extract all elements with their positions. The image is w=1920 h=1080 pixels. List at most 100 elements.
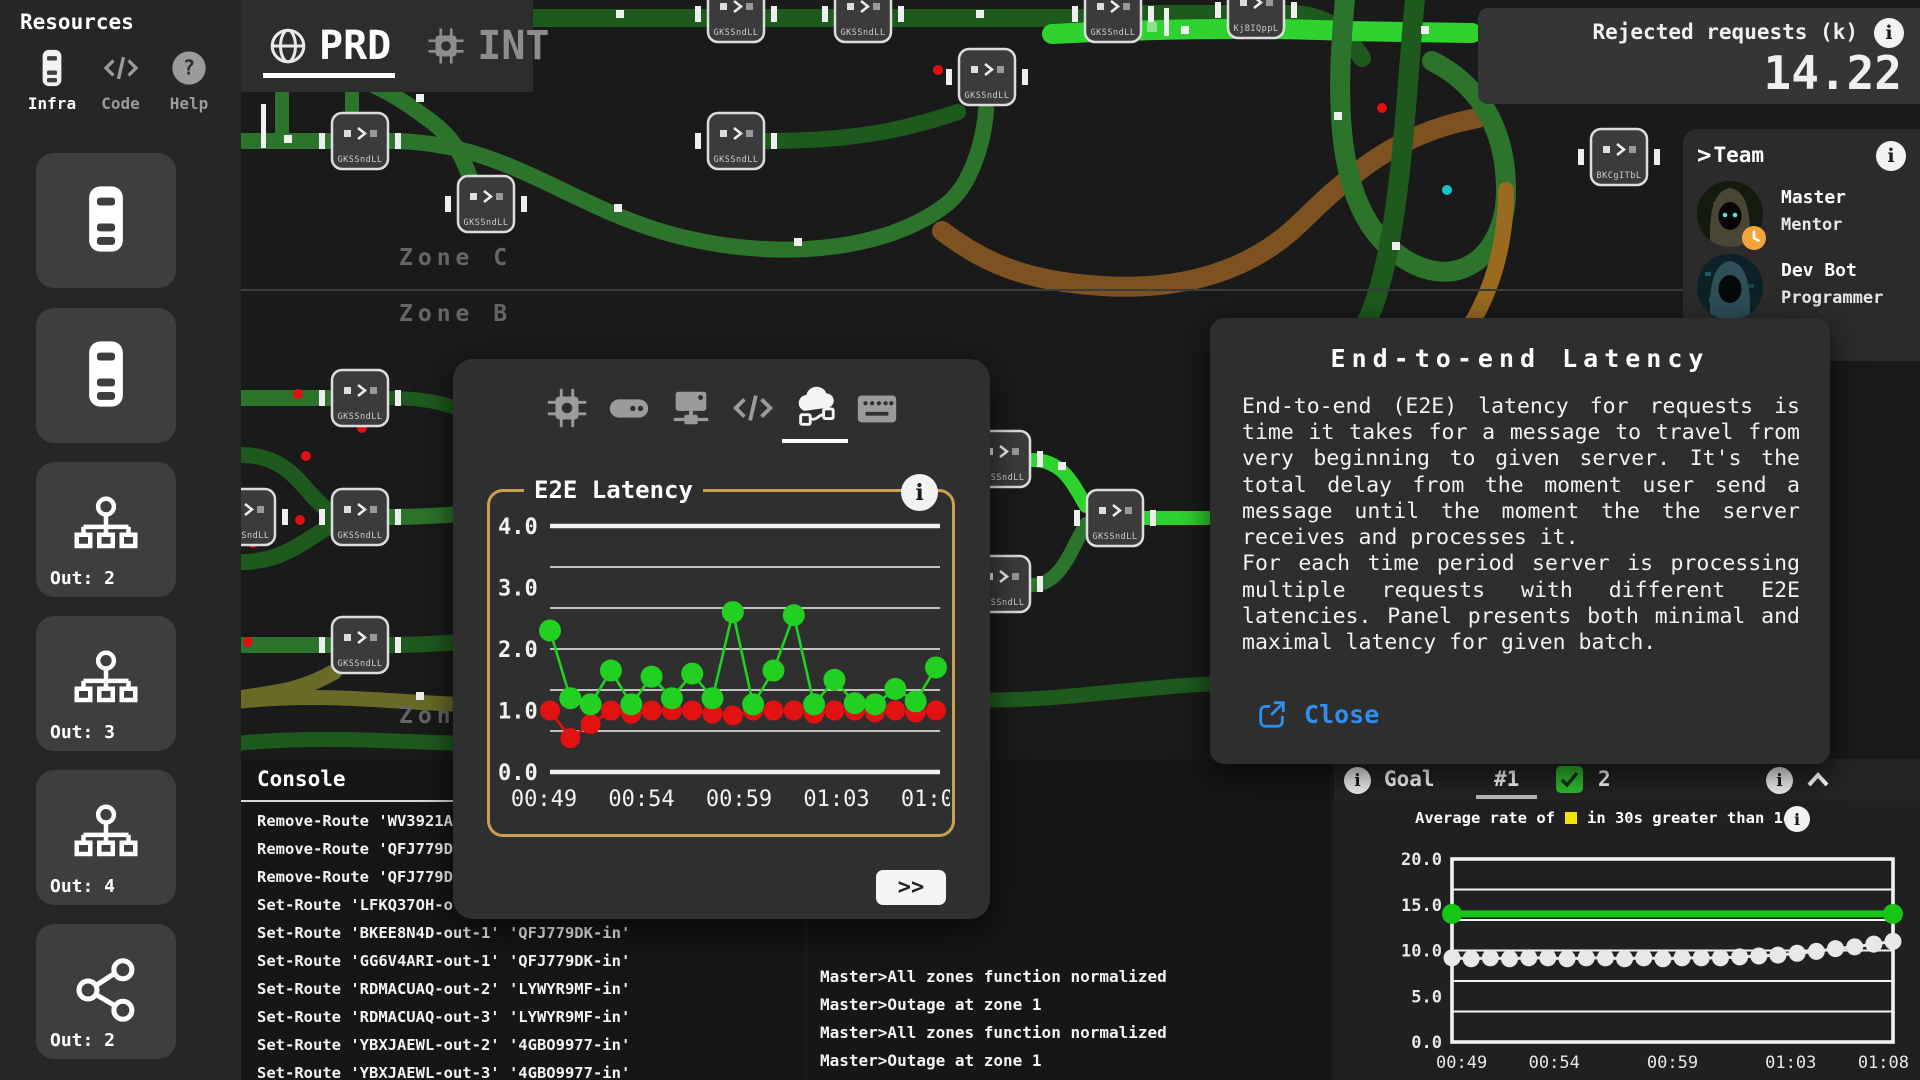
svg-text:KjBIQppL: KjBIQppL — [1234, 24, 1279, 34]
svg-text:GKSSndLL: GKSSndLL — [841, 28, 886, 38]
balancer-icon — [70, 646, 142, 718]
popup-tab-cpu-chip-icon[interactable] — [544, 385, 590, 443]
card-out-count: Out: 3 — [50, 722, 115, 743]
info-icon[interactable]: i — [1876, 141, 1906, 171]
zone-label: Zone B — [399, 301, 512, 327]
svg-text:GKSSndLL: GKSSndLL — [338, 531, 383, 541]
svg-text:3.0: 3.0 — [498, 577, 538, 602]
e2e-latency-chart: 4.03.02.01.00.000:4900:5400:5901:0301:08 — [492, 508, 950, 828]
map-node[interactable]: GKSSndLL — [319, 489, 401, 545]
zone-label: Zone C — [399, 245, 512, 271]
popup-tab-host-icon[interactable] — [668, 385, 714, 443]
close-label: Close — [1304, 700, 1379, 729]
svg-text:GKSSndLL: GKSSndLL — [464, 218, 509, 228]
svg-text:BKCgITbL: BKCgITbL — [1597, 171, 1642, 181]
resource-card-server[interactable] — [36, 308, 176, 443]
resource-card-balancer[interactable]: Out: 4 — [36, 770, 176, 905]
svg-text:GKSSndLL: GKSSndLL — [714, 28, 759, 38]
balancer-icon — [70, 492, 142, 564]
map-node[interactable]: GKSSndLL — [946, 49, 1028, 105]
console-line: Set-Route 'GG6V4ARI-out-1' 'QFJ779DK-in' — [257, 947, 800, 975]
svg-text:GKSSndLL: GKSSndLL — [338, 412, 383, 422]
info-icon[interactable]: i — [1784, 806, 1810, 832]
console-line: Set-Route 'RDMACUAQ-out-3' 'LYWYR9MF-in' — [257, 1003, 800, 1031]
resource-card-balancer[interactable]: Out: 3 — [36, 616, 176, 751]
svg-text:01:08: 01:08 — [901, 787, 950, 812]
svg-text:GKSSndLL: GKSSndLL — [338, 659, 383, 669]
server-icon — [32, 48, 72, 88]
svg-text:GKSSndLL: GKSSndLL — [338, 155, 383, 165]
svg-text:10.0: 10.0 — [1401, 942, 1442, 962]
svg-text:01:03: 01:03 — [1765, 1053, 1816, 1073]
card-out-count: Out: 2 — [50, 568, 115, 589]
team-member[interactable]: Dev BotProgrammer — [1697, 254, 1907, 324]
resource-card-server[interactable] — [36, 153, 176, 288]
info-icon[interactable]: i — [1874, 18, 1904, 48]
console-line: Set-Route 'YBXJAEWL-out-3' '4GBO9977-in' — [257, 1059, 800, 1080]
env-tab-int[interactable]: INT — [425, 0, 549, 92]
popup-tab-cloud-route-icon[interactable] — [792, 385, 838, 443]
env-tab-prd[interactable]: PRD — [267, 0, 391, 92]
environment-tabs: PRDINT — [241, 0, 533, 92]
svg-text:?: ? — [183, 56, 195, 80]
map-node[interactable]: BKCgITbL — [1578, 129, 1660, 185]
svg-text:4.0: 4.0 — [498, 515, 538, 540]
map-node[interactable]: GKSSndLL — [695, 0, 777, 42]
goal-tab-1[interactable]: #1 — [1494, 767, 1519, 791]
resource-card-share[interactable]: Out: 2 — [36, 924, 176, 1059]
map-node[interactable]: GKSSndLL — [695, 113, 777, 169]
svg-text:20.0: 20.0 — [1401, 850, 1442, 870]
svg-text:0.0: 0.0 — [1411, 1033, 1442, 1053]
map-node[interactable]: GKSSndLL — [319, 113, 401, 169]
popup-tab-memory-icon[interactable] — [606, 385, 652, 443]
sidebar-tab-infra[interactable]: Infra — [24, 48, 80, 113]
sidebar-tab-code[interactable]: Code — [93, 48, 149, 113]
popup-tab-keyboard-icon[interactable] — [854, 385, 900, 443]
chevron-right-icon: > — [1697, 141, 1711, 169]
goal-completed-count: 2 — [1598, 767, 1611, 791]
resource-card-balancer[interactable]: Out: 2 — [36, 462, 176, 597]
map-node[interactable]: GKSSndLL — [822, 0, 904, 42]
map-node[interactable]: GKSSndLL — [319, 617, 401, 673]
svg-text:GKSSndLL: GKSSndLL — [965, 91, 1010, 101]
svg-text:00:54: 00:54 — [1529, 1053, 1580, 1073]
e2e-chart-card: E2E Latency i 4.03.02.01.00.000:4900:540… — [487, 489, 955, 837]
svg-text:15.0: 15.0 — [1401, 896, 1442, 916]
svg-text:00:59: 00:59 — [706, 787, 772, 812]
goal-completed-checkbox[interactable] — [1556, 766, 1583, 793]
popup-tab-code-icon[interactable] — [730, 385, 776, 443]
map-node[interactable]: GKSSndLL — [445, 176, 527, 232]
info-icon[interactable]: i — [901, 474, 938, 511]
e2e-latency-popup: E2E Latency i 4.03.02.01.00.000:4900:540… — [453, 359, 990, 919]
info-paragraph: For each time period server is processin… — [1242, 551, 1800, 656]
svg-text:0.0: 0.0 — [498, 761, 538, 786]
master-message: Master>Outage at zone 1 — [820, 991, 1167, 1019]
next-button[interactable]: >> — [876, 870, 946, 905]
card-out-count: Out: 2 — [50, 1030, 115, 1051]
svg-text:GKSSndLL: GKSSndLL — [1091, 28, 1136, 38]
server-icon — [70, 338, 142, 410]
game-stage: GKSSndLL GKSSndLL GKSSndLL KjBIQppL GKSSndLL… — [0, 0, 1920, 1080]
help-icon: ? — [169, 48, 209, 88]
svg-text:5.0: 5.0 — [1411, 987, 1442, 1007]
svg-text:00:59: 00:59 — [1647, 1053, 1698, 1073]
info-icon[interactable]: i — [1344, 767, 1371, 794]
goal-header: i Goal #1 2 i — [1334, 759, 1920, 801]
close-button[interactable]: Close — [1256, 698, 1379, 730]
svg-text:1.0: 1.0 — [498, 700, 538, 725]
svg-text:GKSSndLL: GKSSndLL — [1093, 532, 1138, 542]
latency-info-panel: End-to-end Latency End-to-end (E2E) late… — [1210, 318, 1830, 764]
map-node[interactable]: GKSSndLL — [319, 370, 401, 426]
map-node[interactable]: GKSSndLL — [1074, 490, 1156, 546]
share-close-icon — [1256, 698, 1288, 730]
info-icon[interactable]: i — [1766, 767, 1793, 794]
chevron-up-icon[interactable] — [1804, 767, 1832, 794]
team-member[interactable]: MasterMentor — [1697, 181, 1907, 251]
member-name: Master — [1781, 187, 1846, 208]
goal-label: Goal — [1384, 767, 1435, 791]
rejected-requests-panel: Rejected requests (k) i 14.22 — [1478, 8, 1920, 104]
zone-divider — [241, 289, 1920, 291]
sidebar-tab-help[interactable]: ?Help — [161, 48, 217, 113]
team-title: > Team — [1697, 141, 1764, 169]
member-name: Dev Bot — [1781, 260, 1857, 281]
